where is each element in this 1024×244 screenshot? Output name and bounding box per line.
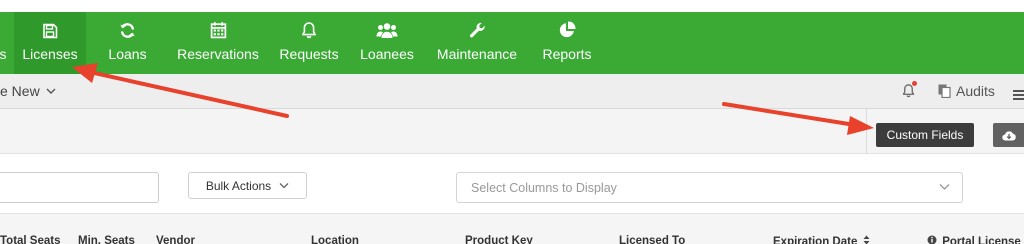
columns-select-placeholder: Select Columns to Display (471, 180, 617, 195)
sub-toolbar: e New Audits (0, 74, 1024, 109)
create-new-dropdown[interactable]: e New (0, 83, 56, 99)
create-new-label: e New (0, 83, 40, 99)
bulk-actions-dropdown[interactable]: Bulk Actions (188, 172, 307, 199)
sort-icon (863, 235, 870, 244)
column-header-label: Portal License (942, 236, 1021, 244)
nav-label: s (0, 46, 7, 62)
column-header-portal-license[interactable]: Portal License (927, 235, 1021, 244)
column-header-licensed-to[interactable]: Licensed To (619, 235, 685, 244)
columns-select[interactable]: Select Columns to Display (456, 172, 963, 203)
nav-label: Reports (542, 46, 592, 62)
info-icon (927, 235, 937, 244)
page-header-bar: Custom Fields (0, 109, 1024, 154)
copy-icon (938, 84, 951, 98)
audits-button[interactable]: Audits (938, 83, 995, 99)
top-strip (0, 0, 1024, 12)
nav-item-partial[interactable]: s (0, 12, 10, 74)
floppy-disk-icon (43, 23, 58, 39)
nav-item-maintenance[interactable]: Maintenance (432, 12, 522, 74)
nav-item-loanees[interactable]: Loanees (355, 12, 419, 74)
table-header-row: Total Seats Min. Seats Vendor Location P… (0, 213, 1024, 244)
audits-label: Audits (956, 83, 995, 99)
bell-icon (302, 22, 316, 39)
column-header-location[interactable]: Location (311, 235, 359, 244)
cloud-download-icon (1002, 130, 1016, 141)
download-button[interactable] (993, 123, 1024, 147)
column-header-label: Expiration Date (773, 236, 858, 244)
chevron-down-icon (939, 184, 950, 190)
nav-label: Loans (108, 46, 147, 62)
search-input[interactable] (0, 172, 159, 203)
wrench-icon (469, 22, 485, 38)
calendar-icon (210, 22, 226, 39)
custom-fields-button[interactable]: Custom Fields (876, 123, 974, 147)
column-header-expiration-date[interactable]: Expiration Date (773, 235, 870, 244)
nav-item-reservations[interactable]: Reservations (170, 12, 266, 74)
nav-label: Maintenance (436, 46, 518, 62)
users-icon (376, 23, 398, 38)
nav-label: Reservations (177, 46, 259, 62)
nav-label: Requests (279, 46, 339, 62)
refresh-icon (120, 23, 135, 38)
pie-chart-icon (559, 21, 576, 38)
column-header-product-key[interactable]: Product Key (465, 235, 533, 244)
nav-item-requests[interactable]: Requests (273, 12, 345, 74)
notifications-button[interactable] (902, 81, 917, 103)
bulk-actions-label: Bulk Actions (205, 178, 272, 193)
chevron-down-icon (279, 183, 289, 189)
list-menu-button[interactable] (1013, 87, 1024, 105)
column-header-vendor[interactable]: Vendor (156, 235, 195, 244)
nav-label: Loanees (360, 46, 414, 62)
table-toolbar: Bulk Actions Select Columns to Display (0, 155, 1024, 213)
main-navbar: s Licenses Loans Reservations Requests L… (0, 12, 1024, 74)
nav-item-loans[interactable]: Loans (100, 12, 155, 74)
divider (866, 109, 867, 154)
chevron-down-icon (46, 88, 56, 94)
column-header-min-seats[interactable]: Min. Seats (78, 235, 135, 244)
nav-item-licenses[interactable]: Licenses (14, 12, 86, 74)
custom-fields-label: Custom Fields (886, 128, 964, 142)
nav-item-reports[interactable]: Reports (537, 12, 597, 74)
nav-label: Licenses (22, 46, 78, 62)
list-icon (1013, 90, 1024, 100)
column-header-total-seats[interactable]: Total Seats (0, 235, 61, 244)
notification-dot (912, 81, 917, 86)
